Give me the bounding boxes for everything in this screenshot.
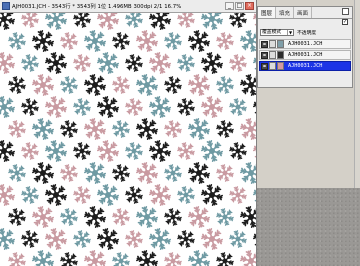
document-app-icon	[2, 2, 10, 10]
eye-icon[interactable]	[261, 51, 268, 59]
maximize-button[interactable]: □	[235, 2, 244, 10]
window-buttons: _ □ ×	[225, 2, 254, 10]
layer-name: AJH0031.JCH	[288, 63, 323, 69]
layer-row[interactable]: AJH0031.JCH	[259, 50, 351, 60]
blend-mode-value: 覆盖模式	[262, 30, 282, 35]
layer-thumbnail	[269, 40, 276, 48]
layer-thumbnail	[269, 51, 276, 59]
layer-name: AJH0031.JCH	[288, 41, 323, 47]
layers-panel: 图层 填充 画面 ✓ 覆盖模式 ▼ 不透明度 AJH0031.JCH AJH00…	[257, 6, 353, 88]
close-button[interactable]: ×	[245, 2, 254, 10]
preserve-checkbox[interactable]: ✓	[342, 19, 348, 25]
layer-row-selected[interactable]: AJH0031.JCH	[259, 61, 351, 71]
layer-color-swatch	[277, 62, 284, 70]
image-canvas[interactable]	[0, 13, 256, 266]
layer-list: AJH0031.JCH AJH0031.JCH AJH0031.JCH	[258, 39, 352, 71]
eye-icon[interactable]	[261, 40, 268, 48]
layer-name: AJH0031.JCH	[288, 52, 323, 58]
panel-options-row: ✓	[258, 19, 352, 28]
eye-icon[interactable]	[261, 62, 268, 70]
panel-tabs: 图层 填充 画面	[258, 7, 352, 19]
document-window[interactable]: AJH0031.JCH - 3543行 * 3543列 1位 1.496MB 3…	[0, 0, 257, 266]
document-titlebar[interactable]: AJH0031.JCH - 3543行 * 3543列 1位 1.496MB 3…	[0, 0, 256, 13]
workspace-background	[257, 188, 360, 266]
layer-color-swatch	[277, 51, 284, 59]
right-scroll-strip	[354, 0, 360, 188]
chevron-down-icon: ▼	[287, 30, 293, 35]
snowflake-pattern	[0, 13, 256, 266]
layer-color-swatch	[277, 40, 284, 48]
tab-fill[interactable]: 填充	[276, 7, 295, 18]
blend-mode-select[interactable]: 覆盖模式 ▼	[260, 29, 294, 36]
panel-menu-icon[interactable]	[342, 8, 349, 15]
minimize-button[interactable]: _	[225, 2, 234, 10]
tab-screen[interactable]: 画面	[294, 7, 313, 18]
layer-thumbnail	[269, 62, 276, 70]
layer-row[interactable]: AJH0031.JCH	[259, 39, 351, 49]
tab-layers[interactable]: 图层	[258, 7, 277, 18]
blend-row: 覆盖模式 ▼ 不透明度	[258, 28, 352, 37]
document-title: AJH0031.JCH - 3543行 * 3543列 1位 1.496MB 3…	[12, 4, 182, 10]
opacity-label: 不透明度	[297, 31, 317, 36]
